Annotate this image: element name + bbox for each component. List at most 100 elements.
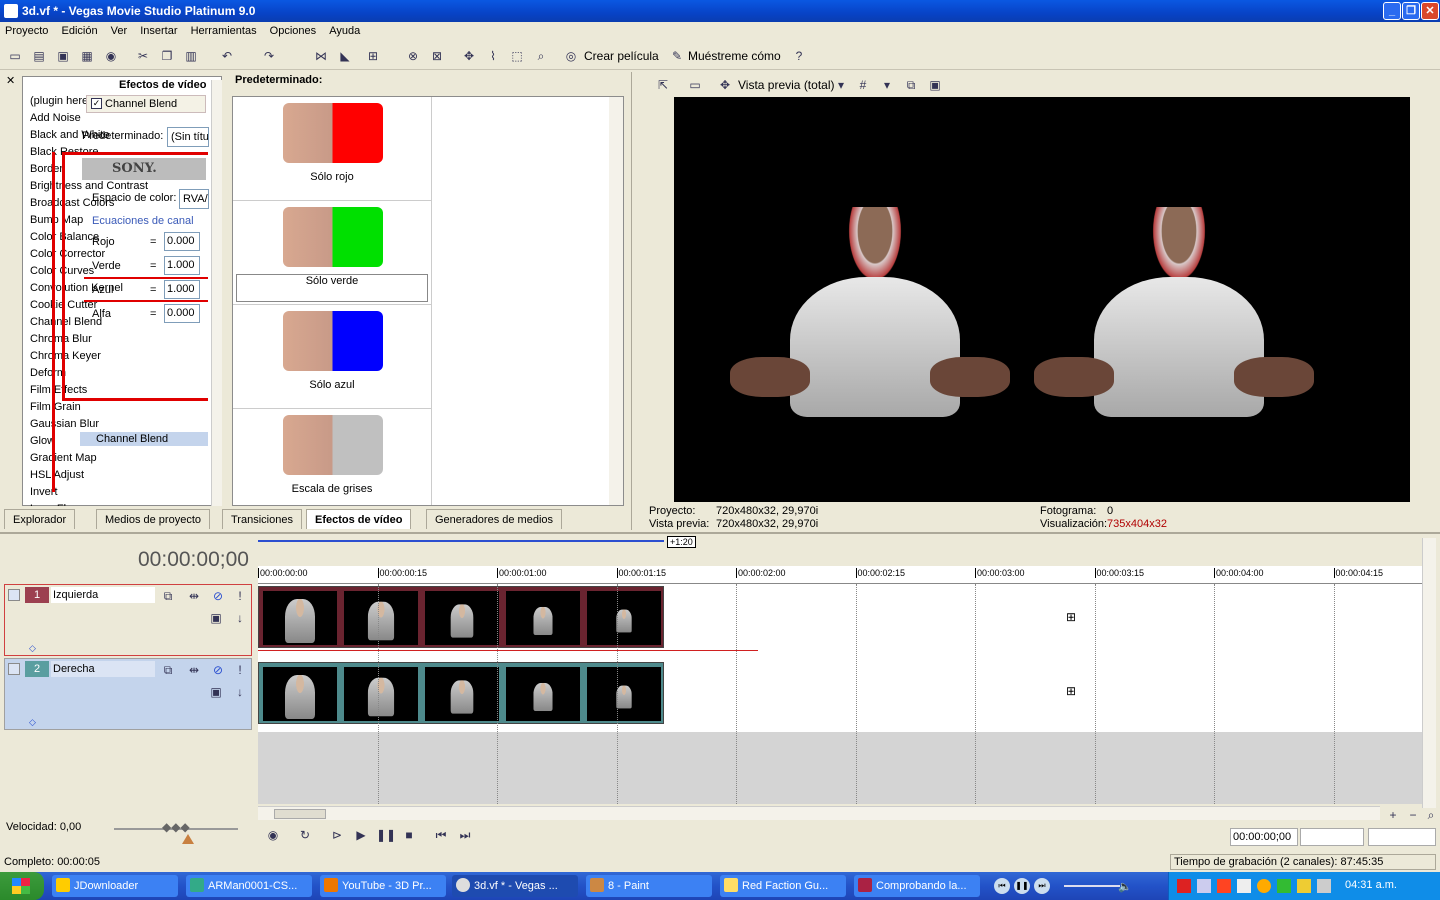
open-icon[interactable]: ▤ <box>30 47 48 65</box>
task-folder[interactable]: Red Faction Gu... <box>720 875 846 897</box>
scroll-thumb[interactable] <box>274 809 326 819</box>
fx-item[interactable]: Deform <box>22 365 66 382</box>
track-motion-icon[interactable]: ▣ <box>207 609 225 627</box>
volume-slider[interactable] <box>1064 885 1120 887</box>
track-name[interactable]: Derecha <box>51 661 155 677</box>
ripple-icon[interactable]: ⊠ <box>428 47 446 65</box>
solo-icon[interactable]: ! <box>231 661 249 679</box>
channel-blend-check[interactable]: ✓ Channel Blend <box>86 95 206 113</box>
cut-icon[interactable]: ✂ <box>134 47 152 65</box>
azul-input[interactable]: 1.000 <box>164 280 200 299</box>
tray-icon[interactable] <box>1317 879 1331 893</box>
loop-region[interactable] <box>258 540 664 542</box>
tab-generadores[interactable]: Generadores de medios <box>426 509 563 529</box>
stop-icon[interactable]: ■ <box>400 826 418 844</box>
menu-ver[interactable]: Ver <box>111 22 128 41</box>
start-button[interactable] <box>0 872 44 900</box>
minimize-button[interactable]: _ <box>1383 2 1401 20</box>
task-winrar[interactable]: Comprobando la... <box>854 875 980 897</box>
normal-edit-icon[interactable]: ✥ <box>460 47 478 65</box>
time-ruler[interactable]: 00:00:00:00 00:00:00:15 00:00:01:00 00:00:0… <box>258 566 1422 584</box>
clip-izquierda[interactable] <box>258 586 664 648</box>
composite-icon[interactable]: ⧉ <box>159 587 177 605</box>
go-to-end-icon[interactable]: ⏭ <box>456 826 474 844</box>
properties-icon[interactable]: ▦ <box>78 47 96 65</box>
fx-item[interactable]: Gradient Map <box>22 450 97 467</box>
fx-item[interactable]: Color Balance <box>22 229 99 246</box>
go-to-start-icon[interactable]: ⏮ <box>432 826 450 844</box>
checkbox-icon[interactable]: ✓ <box>91 98 102 109</box>
preview-mode-combo[interactable]: Vista previa (total) <box>738 76 835 94</box>
zoom-out-icon[interactable]: − <box>1404 806 1422 824</box>
menu-edicion[interactable]: Edición <box>61 22 97 41</box>
trim-icon[interactable]: ⋈ <box>312 47 330 65</box>
selection-icon[interactable]: ⬚ <box>508 47 526 65</box>
compositing-child-icon[interactable]: ↓ <box>231 683 249 701</box>
composite-icon[interactable]: ⧉ <box>159 661 177 679</box>
tray-icon[interactable] <box>1277 879 1291 893</box>
speed-knob-icon[interactable]: ◆◆◆ <box>162 820 190 834</box>
tab-efectos[interactable]: Efectos de vídeo <box>306 509 412 529</box>
tab-transiciones[interactable]: Transiciones <box>222 509 302 529</box>
fx-item[interactable]: Gaussian Blur <box>22 416 99 433</box>
autocrossfade-icon[interactable]: ⊗ <box>404 47 422 65</box>
splitter[interactable] <box>0 532 1440 534</box>
task-jdownloader[interactable]: JDownloader <box>52 875 178 897</box>
close-button[interactable]: ✕ <box>1421 2 1439 20</box>
menu-insertar[interactable]: Insertar <box>140 22 177 41</box>
menu-ayuda[interactable]: Ayuda <box>329 22 360 41</box>
copy-snapshot-icon[interactable]: ⧉ <box>902 76 920 94</box>
tray-icon[interactable] <box>1257 879 1271 893</box>
menu-herramientas[interactable]: Herramientas <box>191 22 257 41</box>
fx-item[interactable]: Lens Flare <box>22 501 82 506</box>
track-motion-icon[interactable]: ▣ <box>207 683 225 701</box>
verde-input[interactable]: 1.000 <box>164 256 200 275</box>
dropdown-icon[interactable]: ▾ <box>832 76 850 94</box>
envelope-icon[interactable]: ◣ <box>336 47 354 65</box>
tray-icon[interactable] <box>1177 879 1191 893</box>
task-vegas[interactable]: 3d.vf * - Vegas ... <box>452 875 578 897</box>
fx-icon[interactable]: ⇹ <box>185 661 203 679</box>
overlays-icon[interactable]: # <box>854 76 872 94</box>
clip-derecha[interactable] <box>258 662 664 724</box>
preset-solo-rojo[interactable]: Sólo rojo <box>233 97 431 201</box>
rojo-input[interactable]: 0.000 <box>164 232 200 251</box>
timeline-vscrollbar[interactable] <box>1422 538 1436 808</box>
undo-icon[interactable]: ↶ <box>218 47 236 65</box>
video-fx-icon[interactable]: ⇱ <box>654 76 672 94</box>
fx-item[interactable]: Border <box>22 161 63 178</box>
paste-icon[interactable]: ▥ <box>182 47 200 65</box>
tab-medios[interactable]: Medios de proyecto <box>96 509 210 529</box>
task-paint[interactable]: 8 - Paint <box>586 875 712 897</box>
zoom-tool-icon[interactable]: ⌕ <box>1422 806 1440 824</box>
prev-track-icon[interactable]: ⏮ <box>994 878 1010 894</box>
volume-icon[interactable]: 🔈 <box>1118 880 1132 893</box>
keyframe-icon[interactable]: ◇ <box>29 717 36 728</box>
collapse-icon[interactable] <box>8 589 20 601</box>
save-snapshot-icon[interactable]: ▣ <box>926 76 944 94</box>
pause-icon[interactable]: ❚❚ <box>376 826 396 844</box>
menu-proyecto[interactable]: Proyecto <box>5 22 48 41</box>
mute-icon[interactable]: ⊘ <box>209 587 227 605</box>
save-icon[interactable]: ▣ <box>54 47 72 65</box>
copy-icon[interactable]: ❐ <box>158 47 176 65</box>
tray-icon[interactable] <box>1237 879 1251 893</box>
fx-item[interactable]: Chroma Blur <box>22 331 92 348</box>
make-movie-button[interactable]: Crear película <box>584 47 659 65</box>
task-arman[interactable]: ARMan0001-CS... <box>186 875 312 897</box>
tray-icon[interactable] <box>1297 879 1311 893</box>
keyframe-icon[interactable]: ◇ <box>29 643 36 654</box>
render-icon[interactable]: ◉ <box>102 47 120 65</box>
whats-this-icon[interactable]: ? <box>790 47 808 65</box>
zoom-icon[interactable]: ⌕ <box>532 47 550 65</box>
make-movie-icon[interactable]: ◎ <box>562 47 580 65</box>
fx-item[interactable]: Add Noise <box>22 110 81 127</box>
track-header-2[interactable]: 2 Derecha ⧉ ⇹ ⊘ ! ▣ ↓ ◇ <box>4 658 252 730</box>
show-me-icon[interactable]: ✎ <box>668 47 686 65</box>
loop-icon[interactable]: ↻ <box>296 826 314 844</box>
tray-icon[interactable] <box>1197 879 1211 893</box>
snap-icon[interactable]: ⊞ <box>364 47 382 65</box>
show-me-button[interactable]: Muéstreme cómo <box>688 47 781 65</box>
preset-scrollbar[interactable] <box>609 97 623 505</box>
menu-opciones[interactable]: Opciones <box>270 22 316 41</box>
